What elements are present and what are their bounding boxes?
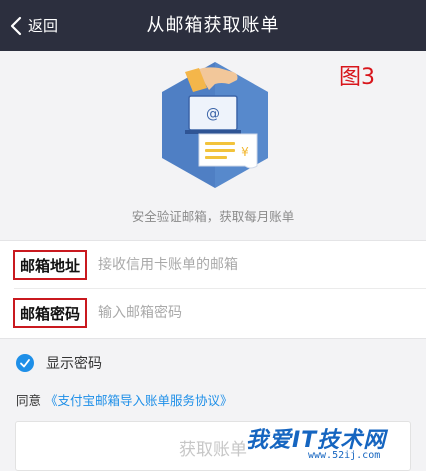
agreement-line: 同意 《支付宝邮箱导入账单服务协议》 <box>16 390 233 409</box>
figure-label: 图3 <box>339 65 375 90</box>
hero-caption: 安全验证邮箱，获取每月账单 <box>131 209 295 224</box>
watermark-logo: 我爱IT技术网 www.52ij.com <box>236 420 426 469</box>
svg-text:¥: ¥ <box>241 145 249 159</box>
checkmark-icon <box>16 354 34 372</box>
email-row: 邮箱地址 <box>0 241 426 289</box>
password-label: 邮箱密码 <box>13 298 87 328</box>
show-password-label: 显示密码 <box>46 356 102 372</box>
agreement-prefix: 同意 <box>16 393 42 408</box>
watermark-url: www.52ij.com <box>308 450 381 461</box>
svg-text:@: @ <box>206 106 220 122</box>
password-input[interactable] <box>98 289 408 337</box>
email-input[interactable] <box>98 241 408 289</box>
page-title: 从邮箱获取账单 <box>146 15 280 36</box>
email-bill-illustration-icon: @ ¥ <box>155 60 275 194</box>
agreement-link[interactable]: 《支付宝邮箱导入账单服务协议》 <box>45 393 233 408</box>
navbar: 返回 从邮箱获取账单 <box>0 0 426 51</box>
email-form: 邮箱地址 邮箱密码 <box>0 240 426 339</box>
email-label: 邮箱地址 <box>13 250 87 280</box>
password-row: 邮箱密码 <box>0 289 426 337</box>
show-password-toggle[interactable]: 显示密码 <box>16 353 102 373</box>
